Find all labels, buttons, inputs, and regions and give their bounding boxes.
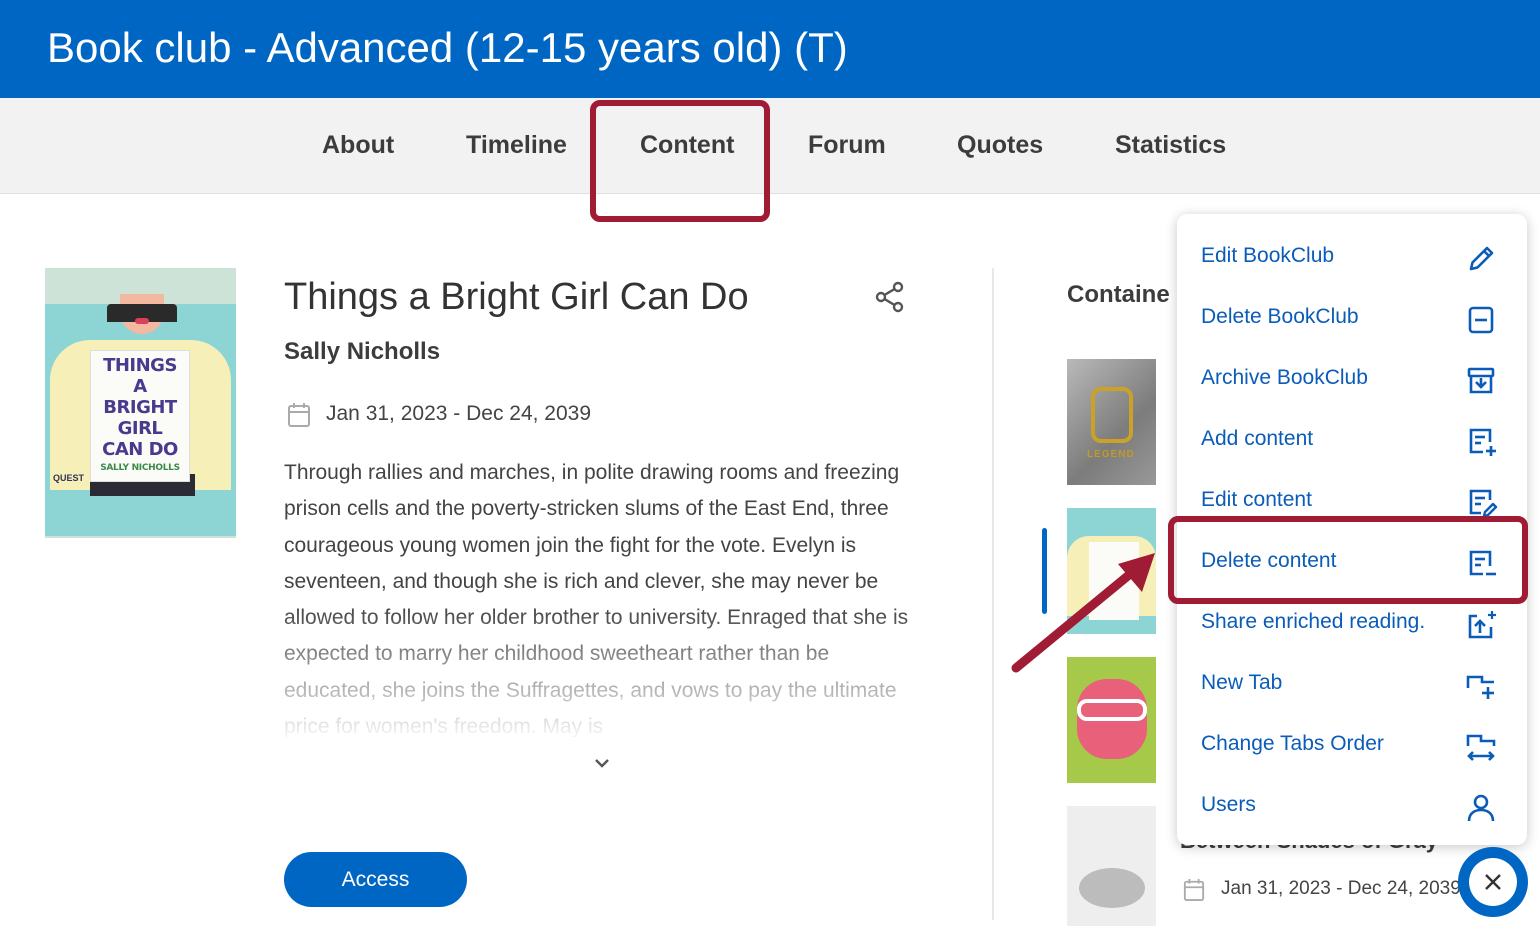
menu-item-label: Edit BookClub	[1201, 244, 1335, 267]
menu-item-label: Edit content	[1201, 488, 1312, 511]
minus-square-icon	[1468, 306, 1494, 334]
access-button[interactable]: Access	[284, 852, 467, 907]
list-item-dates: Jan 31, 2023 - Dec 24, 2039	[1221, 878, 1461, 899]
menu-item-archive-bookclub[interactable]: Archive BookClub	[1177, 352, 1527, 408]
tab-timeline[interactable]: Timeline	[466, 131, 567, 160]
menu-item-share-enriched-reading[interactable]: Share enriched reading.	[1177, 596, 1527, 652]
app-header: Book club - Advanced (12-15 years old) (…	[0, 0, 1540, 98]
menu-item-label: Archive BookClub	[1201, 366, 1368, 389]
close-icon	[1485, 874, 1501, 890]
menu-item-label: Share enriched reading.	[1201, 610, 1426, 633]
cover-publisher: QUEST	[53, 473, 85, 483]
column-divider	[992, 268, 994, 920]
menu-item-edit-bookclub[interactable]: Edit BookClub	[1177, 230, 1527, 286]
cover-title-line: BRIGHT	[103, 397, 177, 418]
annotation-arrow	[1011, 553, 1155, 673]
menu-item-delete-bookclub[interactable]: Delete BookClub	[1177, 291, 1527, 347]
menu-item-users[interactable]: Users	[1177, 779, 1527, 835]
new-tab-icon	[1466, 675, 1494, 699]
contained-heading: Containe	[1067, 281, 1170, 308]
menu-item-label: Add content	[1201, 427, 1314, 450]
thumb-emblem	[1091, 387, 1133, 443]
book-thumbnail[interactable]: LEGEND	[1067, 359, 1156, 485]
book-cover[interactable]: THINGS A BRIGHT GIRL CAN DO SALLY NICHOL…	[45, 268, 236, 538]
cover-title-line: THINGS	[103, 355, 177, 376]
tab-bar: About Timeline Content Forum Quotes Stat…	[0, 98, 1540, 194]
calendar-icon	[1183, 879, 1205, 902]
menu-item-highlight-box	[1168, 516, 1528, 604]
chevron-down-icon[interactable]	[591, 755, 613, 771]
share-icon[interactable]	[873, 280, 907, 314]
thumb-art	[1079, 868, 1145, 908]
book-thumbnail[interactable]	[1067, 657, 1156, 783]
share-enriched-icon	[1468, 611, 1496, 639]
calendar-icon	[288, 403, 310, 427]
thumb-title: LEGEND	[1087, 449, 1135, 460]
menu-item-label: Change Tabs Order	[1201, 732, 1384, 755]
book-title: Things a Bright Girl Can Do	[284, 276, 749, 318]
book-thumbnail[interactable]	[1067, 806, 1156, 926]
active-tab-indicator	[657, 90, 717, 95]
cover-author: SALLY NICHOLLS	[100, 463, 180, 473]
book-author: Sally Nicholls	[284, 338, 441, 365]
page-title: Book club - Advanced (12-15 years old) (…	[47, 24, 848, 71]
pencil-icon	[1469, 246, 1494, 271]
tab-statistics[interactable]: Statistics	[1115, 131, 1226, 160]
menu-item-change-tabs-order[interactable]: Change Tabs Order	[1177, 718, 1527, 774]
close-menu-button[interactable]	[1458, 847, 1528, 917]
menu-item-label: Delete BookClub	[1201, 305, 1359, 328]
cover-title-line: CAN DO	[102, 439, 178, 460]
tab-forum[interactable]: Forum	[808, 131, 886, 160]
tab-highlight-box	[590, 100, 770, 222]
cover-title-line: A	[133, 376, 147, 397]
cover-lips	[135, 318, 149, 324]
archive-icon	[1467, 367, 1495, 394]
book-dates: Jan 31, 2023 - Dec 24, 2039	[326, 402, 592, 425]
add-content-icon	[1469, 428, 1496, 456]
tab-quotes[interactable]: Quotes	[957, 131, 1043, 160]
description-fade	[284, 607, 924, 737]
menu-item-add-content[interactable]: Add content	[1177, 413, 1527, 469]
menu-item-label: New Tab	[1201, 671, 1283, 694]
cover-title-line: GIRL	[117, 418, 163, 439]
cover-sign: THINGS A BRIGHT GIRL CAN DO SALLY NICHOL…	[90, 350, 190, 482]
tab-about[interactable]: About	[322, 131, 394, 160]
book-description-container: Through rallies and marches, in polite d…	[284, 455, 924, 737]
menu-item-new-tab[interactable]: New Tab	[1177, 657, 1527, 713]
swap-tabs-icon	[1466, 734, 1496, 761]
menu-item-label: Users	[1201, 793, 1256, 816]
user-icon	[1467, 794, 1495, 822]
close-button-inner	[1469, 858, 1517, 906]
thumb-glasses	[1077, 699, 1147, 721]
